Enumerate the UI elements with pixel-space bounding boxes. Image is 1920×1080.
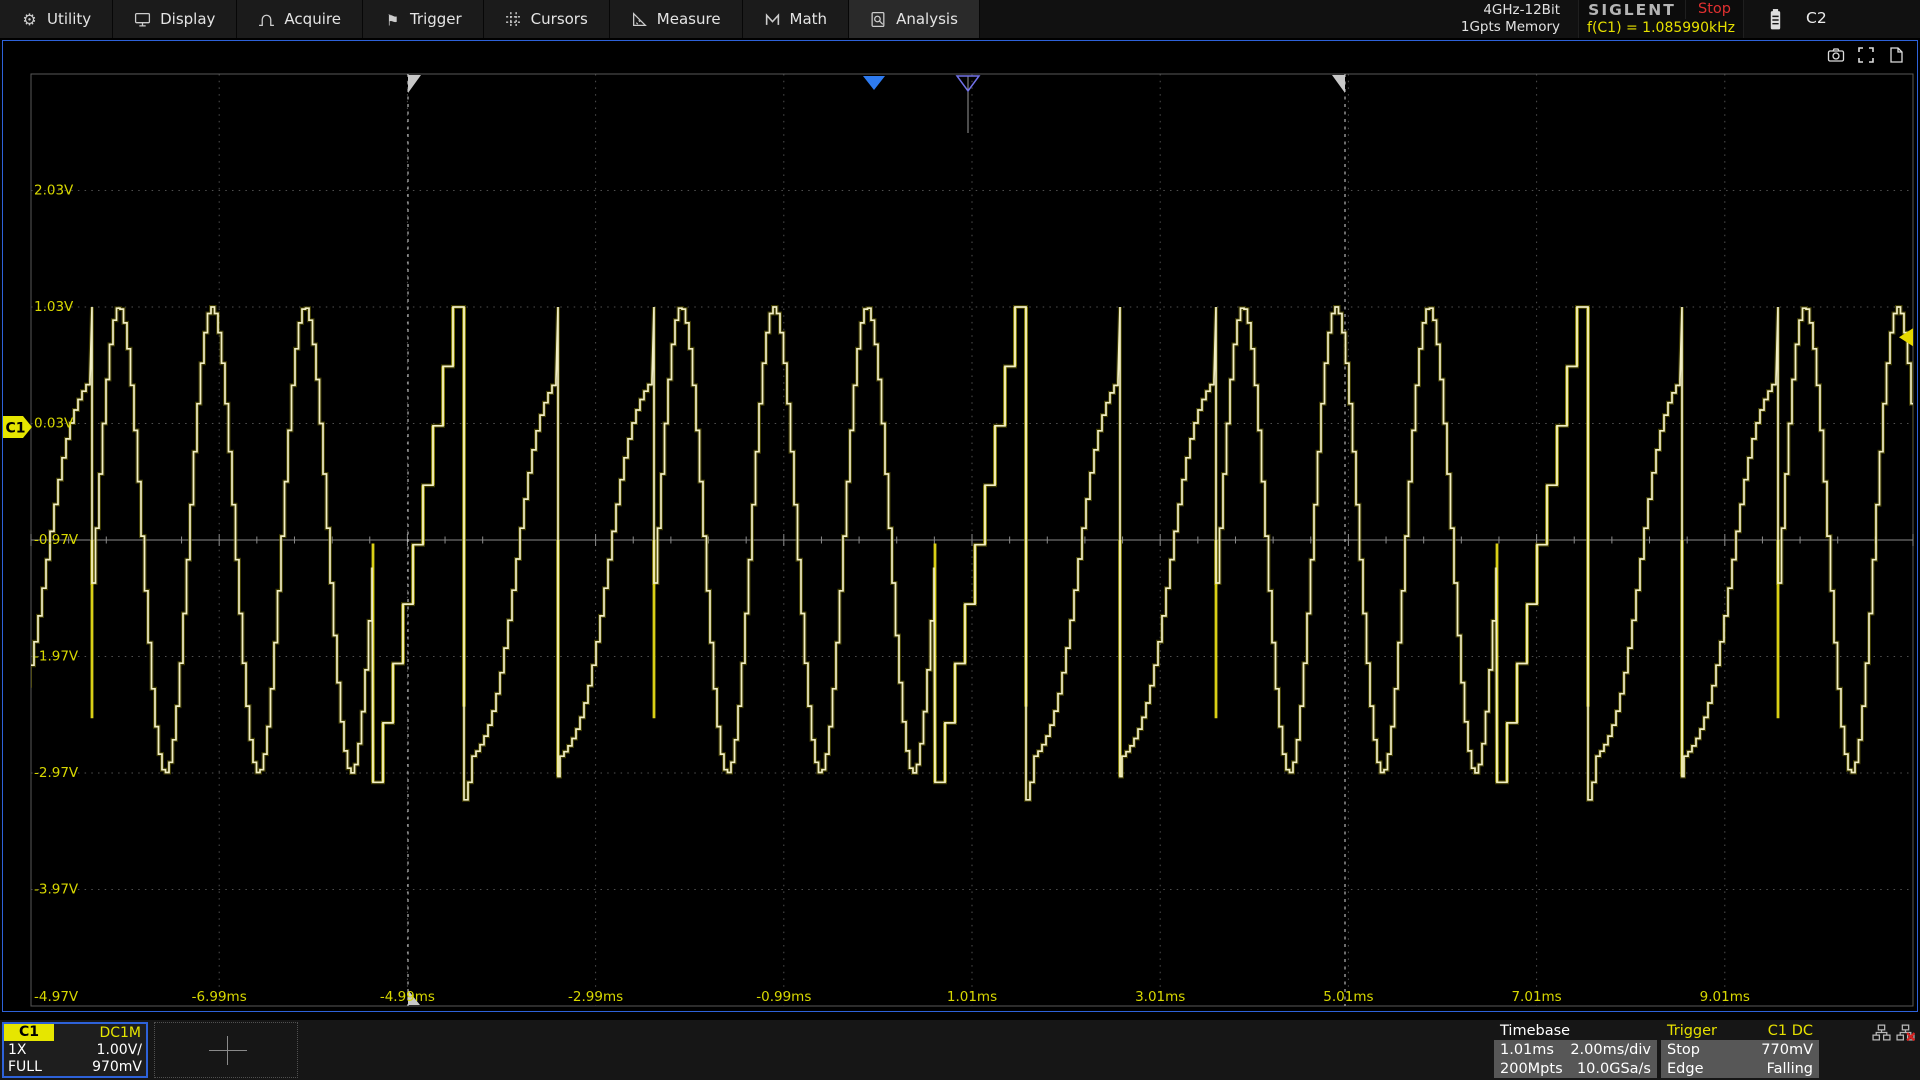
scope-spec: 4GHz-12Bit 1Gpts Memory <box>1392 2 1560 36</box>
svg-text:⚑: ⚑ <box>386 11 399 28</box>
waveform-display-area[interactable]: 2.03V 1.03V 0.03V -0.97V -1.97V -2.97V -3.97V -… <box>2 40 1918 1012</box>
v-axis-label: -4.97V <box>34 989 79 1005</box>
menu-item-label: Utility <box>47 10 92 28</box>
menu-item-label: Analysis <box>896 10 958 28</box>
t-axis-label: 5.01ms <box>1323 989 1373 1005</box>
t-axis-label: -4.99ms <box>380 989 435 1005</box>
t-axis-label: 3.01ms <box>1135 989 1185 1005</box>
display-toolbar <box>1827 46 1905 68</box>
spec-memory: 1Gpts Memory <box>1460 19 1560 35</box>
t-axis-label: 1.01ms <box>947 989 997 1005</box>
lan-disconnected-icon <box>1896 1024 1916 1045</box>
trigger-slope: Falling <box>1766 1060 1813 1077</box>
t-axis-label: 7.01ms <box>1511 989 1561 1005</box>
v-axis-label: 1.03V <box>34 299 74 315</box>
timebase-memdepth: 200Mpts <box>1500 1060 1563 1077</box>
t-axis-label: 9.01ms <box>1700 989 1750 1005</box>
menu-item-label: Cursors <box>530 10 588 28</box>
trigger-mode: Stop <box>1667 1041 1700 1058</box>
crosshair-icon <box>209 1050 247 1051</box>
menu-item-analysis[interactable]: Analysis <box>849 0 980 38</box>
lan-icon <box>1872 1024 1891 1045</box>
empty-channel-slot[interactable] <box>154 1022 298 1078</box>
v-axis-label: 2.03V <box>34 183 74 199</box>
menu-item-label: Acquire <box>284 10 341 28</box>
acquisition-status[interactable]: Stop <box>1685 0 1743 19</box>
math-icon <box>764 11 781 28</box>
t-axis-label: -2.99ms <box>568 989 623 1005</box>
channel1-descriptor[interactable]: C1 DC1M 1X 1.00V/ FULL 970mV <box>2 1022 148 1078</box>
trigger-title: Trigger <box>1667 1023 1718 1039</box>
page-flip-icon[interactable] <box>1887 46 1905 68</box>
menu-item-utility[interactable]: ⚙ Utility <box>0 0 114 38</box>
frequency-counter: f(C1) = 1.085990kHz <box>1587 20 1735 36</box>
menu-item-label: Math <box>789 10 828 28</box>
menu-item-label: Display <box>160 10 216 28</box>
v-axis-label: -2.97V <box>34 765 79 781</box>
trigger-source: C1 DC <box>1767 1023 1813 1039</box>
trigger-type: Edge <box>1667 1060 1704 1077</box>
brand-status-block: SIGLENT Stop f(C1) = 1.085990kHz <box>1578 0 1744 38</box>
menu-item-label: Measure <box>656 10 721 28</box>
channel-c2-button[interactable]: C2 <box>1806 9 1827 27</box>
channel1-zero-marker-label: C1 <box>6 420 26 436</box>
timebase-scale: 2.00ms/div <box>1570 1041 1651 1058</box>
flag-icon: ⚑ <box>384 11 401 28</box>
timebase-samplerate: 10.0GSa/s <box>1576 1060 1651 1077</box>
gear-icon: ⚙ <box>21 11 38 28</box>
camera-icon[interactable] <box>1827 46 1845 68</box>
graticule-svg: 2.03V 1.03V 0.03V -0.97V -1.97V -2.97V -3.97V -… <box>3 41 1917 1011</box>
main-menu: ⚙ Utility Display Acquire ⚑ Trigger Cursors Mea… <box>0 0 980 38</box>
analysis-doc-icon <box>870 11 887 28</box>
trigger-level: 770mV <box>1761 1041 1813 1058</box>
menu-item-trigger[interactable]: ⚑ Trigger <box>363 0 484 38</box>
channel1-scale: 1.00V/ <box>96 1041 142 1058</box>
brand-logo: SIGLENT <box>1588 0 1676 19</box>
acquire-wave-icon <box>258 11 275 28</box>
menu-item-cursors[interactable]: Cursors <box>484 0 610 38</box>
channel1-tag[interactable]: C1 <box>4 1024 55 1041</box>
channel1-attenuation: 1X <box>8 1041 27 1058</box>
v-axis-label: 0.03V <box>34 416 74 432</box>
status-bar: C1 DC1M 1X 1.00V/ FULL 970mV Timebase 1.… <box>0 1020 1920 1080</box>
menu-item-display[interactable]: Display <box>113 0 238 38</box>
menu-item-measure[interactable]: Measure <box>610 0 743 38</box>
timebase-delay: 1.01ms <box>1500 1041 1554 1058</box>
trigger-panel[interactable]: Trigger C1 DC Stop 770mV Edge Falling <box>1661 1022 1819 1078</box>
timebase-panel[interactable]: Timebase 1.01ms 2.00ms/div 200Mpts 10.0G… <box>1494 1022 1657 1078</box>
svg-text:⚙: ⚙ <box>22 11 36 28</box>
v-axis-label: -3.97V <box>34 882 79 898</box>
battery-icon <box>1768 8 1783 35</box>
t-axis-label: -0.99ms <box>756 989 811 1005</box>
v-axis-label: -1.97V <box>34 649 79 665</box>
menu-item-label: Trigger <box>409 10 462 28</box>
v-axis-label: -0.97V <box>34 532 79 548</box>
menu-item-math[interactable]: Math <box>743 0 850 38</box>
cursors-grid-icon <box>505 11 522 28</box>
channel1-offset: 970mV <box>92 1058 142 1075</box>
t-axis-label: -6.99ms <box>192 989 247 1005</box>
channel1-coupling: DC1M <box>99 1024 141 1041</box>
menu-item-acquire[interactable]: Acquire <box>237 0 363 38</box>
display-icon <box>134 11 151 28</box>
timebase-title: Timebase <box>1500 1023 1571 1039</box>
ruler-icon <box>631 11 648 28</box>
spec-bandwidth: 4GHz-12Bit <box>1483 2 1560 18</box>
channel1-bandwidth: FULL <box>8 1058 42 1075</box>
top-menu-bar: ⚙ Utility Display Acquire ⚑ Trigger Cursors Mea… <box>0 0 1920 38</box>
fullscreen-icon[interactable] <box>1857 46 1875 68</box>
network-status <box>1872 1024 1916 1045</box>
